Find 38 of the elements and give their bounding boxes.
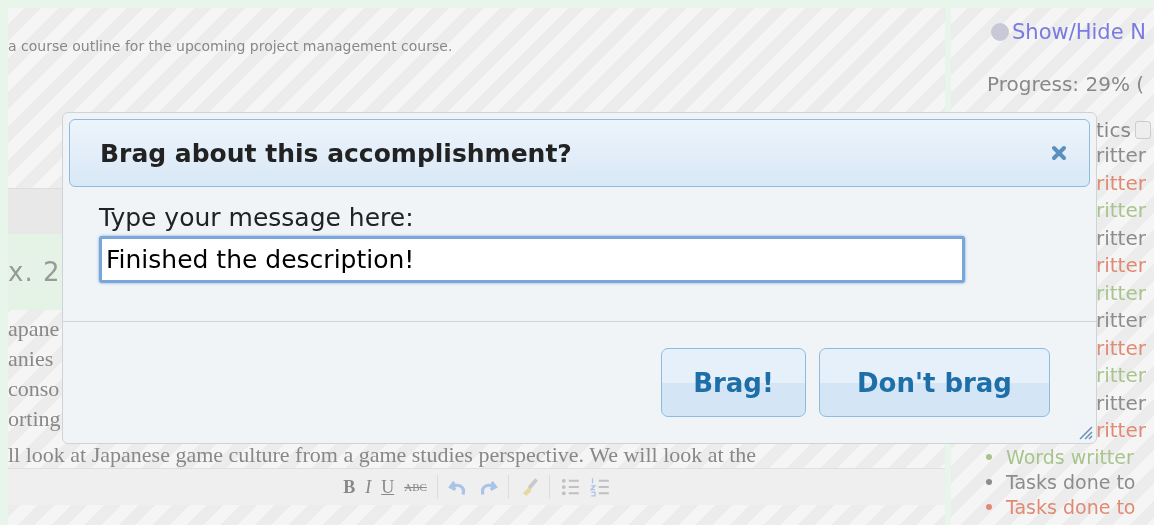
format-button[interactable]: ABC <box>404 481 427 493</box>
resize-handle-icon[interactable] <box>1077 424 1093 440</box>
statistic-text: ritter <box>1096 307 1147 334</box>
statistic-text: Tasks done to <box>1006 494 1136 520</box>
description-text: a course outline for the upcoming project management course. <box>8 38 453 54</box>
statistics-heading: tics <box>1096 118 1131 142</box>
statistic-text: ritter <box>1096 169 1147 197</box>
body-text-line: anies <box>8 346 54 371</box>
bulleted-list-icon[interactable] <box>559 477 580 497</box>
message-field[interactable]: Finished the description! <box>99 236 965 283</box>
body-text-line: conso <box>8 376 60 401</box>
brag-button[interactable]: Brag! <box>661 348 806 417</box>
statistic-text: ritter <box>1096 389 1147 417</box>
toggle-icon <box>991 23 1009 41</box>
statistic-text: ritter <box>1096 362 1147 389</box>
show-hide-link[interactable]: Show/Hide N <box>1012 20 1146 44</box>
format-button[interactable]: I <box>365 476 372 498</box>
body-text-line: orting <box>8 406 61 431</box>
statistic-text: ritter <box>1096 417 1147 444</box>
body-text-line: ll look at Japanese game culture from a game studies perspective. We will look at the <box>8 442 757 467</box>
format-button[interactable]: B <box>343 476 356 498</box>
dont-brag-button[interactable]: Don't brag <box>819 348 1050 417</box>
statistic-text: ritter <box>1096 252 1147 279</box>
numbered-list-icon[interactable] <box>589 477 610 497</box>
body-text-line: apane <box>8 316 60 341</box>
statistic-text: ritter <box>1096 334 1147 362</box>
dialog-title: Brag about this accomplishment? <box>100 138 572 168</box>
progress-text: Progress: 29% ( <box>986 71 1146 98</box>
statistic-text: ritter <box>1096 279 1147 307</box>
statistic-text: ritter <box>1096 224 1147 252</box>
format-button[interactable]: U <box>381 476 395 498</box>
section-title: x. 2 <box>8 257 61 287</box>
statistic-text: ritter <box>1096 142 1147 169</box>
close-icon[interactable] <box>1051 145 1067 161</box>
message-label: Type your message here: <box>99 203 415 232</box>
statistic-text: ritter <box>1096 197 1147 224</box>
statistic-text: Words writter <box>1006 444 1134 470</box>
statistic-text: Tasks done to <box>1006 469 1136 495</box>
